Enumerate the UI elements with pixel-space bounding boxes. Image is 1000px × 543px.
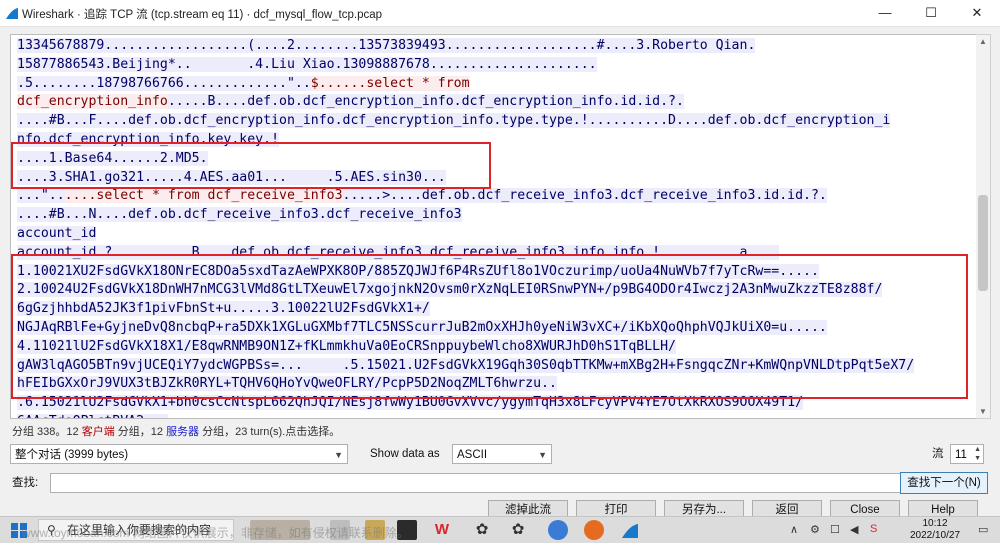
scroll-up-arrow-icon[interactable]: ▲ bbox=[979, 37, 987, 46]
stream-line[interactable]: 6AAcTdeOPlctBVA2= . bbox=[17, 413, 914, 418]
window-title: Wireshark · 追踪 TCP 流 (tcp.stream eq 11) … bbox=[22, 9, 383, 21]
conversation-select[interactable]: 整个对话 (3999 bytes) ▼ bbox=[10, 444, 348, 464]
stream-line[interactable]: .5........18798766766............."..$..… bbox=[17, 75, 914, 94]
tray-app-icon[interactable]: ⚙ bbox=[810, 523, 820, 536]
volume-icon[interactable]: ◀ bbox=[850, 523, 858, 536]
server-data-segment: ....#B...F....def.ob.dcf_encryption_info… bbox=[17, 113, 891, 129]
title-bar: Wireshark · 追踪 TCP 流 (tcp.stream eq 11) … bbox=[0, 0, 1000, 27]
wps-icon[interactable]: W bbox=[432, 520, 452, 540]
watermark-text: www.toymoban.com 网络图片仅供展示，非存储，如有侵权请联系删除。 bbox=[22, 526, 409, 540]
stream-number-label: 流 bbox=[932, 448, 944, 460]
paw-app-icon-2[interactable]: ✿ bbox=[508, 520, 528, 540]
stream-line[interactable]: 13345678879..................(....2.....… bbox=[17, 37, 914, 56]
client-data-segment: $......select * from bbox=[310, 75, 470, 91]
server-data-segment: 13345678879..................(....2.....… bbox=[17, 38, 756, 53]
input-method-icon[interactable]: S bbox=[870, 523, 877, 535]
highlight-box-encrypted-records bbox=[11, 254, 968, 399]
stream-controls-row: 整个对话 (3999 bytes) ▼ Show data as ASCII ▼… bbox=[10, 444, 990, 466]
back-button[interactable]: 返回 bbox=[752, 500, 822, 516]
server-data-segment: ....#B...N....def.ob.dcf_receive_info3.d… bbox=[17, 207, 462, 223]
print-button[interactable]: 打印 bbox=[576, 500, 656, 516]
chevron-down-icon: ▼ bbox=[538, 450, 547, 460]
find-input[interactable] bbox=[50, 473, 902, 493]
server-data-segment: 6AAcTdeOPlctBVA2= . bbox=[17, 413, 168, 418]
stream-line[interactable]: ....#B...N....def.ob.dcf_receive_info3.d… bbox=[17, 206, 914, 225]
highlight-box-encryption-types bbox=[11, 142, 491, 189]
scroll-down-arrow-icon[interactable]: ▼ bbox=[979, 407, 987, 416]
taskbar-clock[interactable]: 10:12 2022/10/27 bbox=[900, 518, 970, 542]
filter-out-stream-button[interactable]: 滤掉此流 bbox=[488, 500, 568, 516]
stream-scrollbar[interactable]: ▲ ▼ bbox=[976, 34, 991, 419]
stream-number-spinbox[interactable]: 11 ▲ ▼ bbox=[950, 444, 984, 464]
find-label: 查找: bbox=[12, 477, 39, 489]
minimize-button[interactable]: — bbox=[862, 0, 908, 26]
client-label: 客户端 bbox=[81, 426, 115, 438]
close-window-button[interactable]: ✕ bbox=[954, 0, 1000, 26]
chevron-down-icon: ▼ bbox=[334, 450, 343, 460]
maximize-button[interactable]: ☐ bbox=[908, 0, 954, 26]
paw-app-icon[interactable]: ✿ bbox=[472, 520, 492, 540]
firefox-icon[interactable] bbox=[584, 520, 604, 540]
server-data-segment: .5........18798766766.............".. bbox=[17, 75, 311, 91]
show-data-as-label: Show data as bbox=[370, 448, 440, 460]
stream-line[interactable]: 15877886543.Beijing*.. .4.Liu Xiao.13098… bbox=[17, 56, 914, 75]
wireshark-fin-icon bbox=[6, 8, 18, 19]
stream-line[interactable]: account_id bbox=[17, 225, 914, 244]
server-data-segment: 15877886543.Beijing*.. .4.Liu Xiao.13098… bbox=[17, 56, 597, 72]
client-data-segment: ....select * from dcf_receive_info3 bbox=[64, 188, 343, 204]
server-data-segment: ...".. bbox=[17, 188, 65, 204]
save-as-button[interactable]: 另存为... bbox=[664, 500, 744, 516]
stream-line[interactable]: ..."......select * from dcf_receive_info… bbox=[17, 187, 914, 206]
stream-line[interactable]: ....#B...F....def.ob.dcf_encryption_info… bbox=[17, 112, 914, 131]
notification-icon[interactable]: ▭ bbox=[978, 523, 988, 536]
server-data-segment: .....B....def.ob.dcf_encryption_info.dcf… bbox=[167, 94, 684, 110]
find-next-button[interactable]: 查找下一个(N) bbox=[900, 472, 988, 494]
server-label: 服务器 bbox=[166, 426, 200, 438]
client-data-segment: dcf_encryption_info bbox=[17, 94, 168, 110]
find-row: 查找: 查找下一个(N) bbox=[10, 472, 990, 495]
server-data-segment: .....>....def.ob.dcf_receive_info3.dcf_r… bbox=[342, 188, 827, 204]
spin-arrows-icon[interactable]: ▲ ▼ bbox=[974, 445, 981, 463]
scroll-thumb[interactable] bbox=[978, 195, 988, 291]
stream-status-text: 分组 338。12 客户端 分组，12 服务器 分组，23 turn(s).点击… bbox=[12, 426, 341, 438]
wireshark-taskbar-icon[interactable] bbox=[620, 520, 640, 540]
tray-up-arrow-icon[interactable]: ∧ bbox=[790, 523, 798, 536]
browser-icon[interactable] bbox=[548, 520, 568, 540]
stream-line[interactable]: dcf_encryption_info.....B....def.ob.dcf_… bbox=[17, 93, 914, 112]
show-data-as-select[interactable]: ASCII ▼ bbox=[452, 444, 552, 464]
server-data-segment: account_id bbox=[17, 225, 97, 241]
close-button[interactable]: Close bbox=[830, 500, 900, 516]
help-button[interactable]: Help bbox=[908, 500, 978, 516]
network-icon[interactable]: ☐ bbox=[830, 523, 840, 536]
